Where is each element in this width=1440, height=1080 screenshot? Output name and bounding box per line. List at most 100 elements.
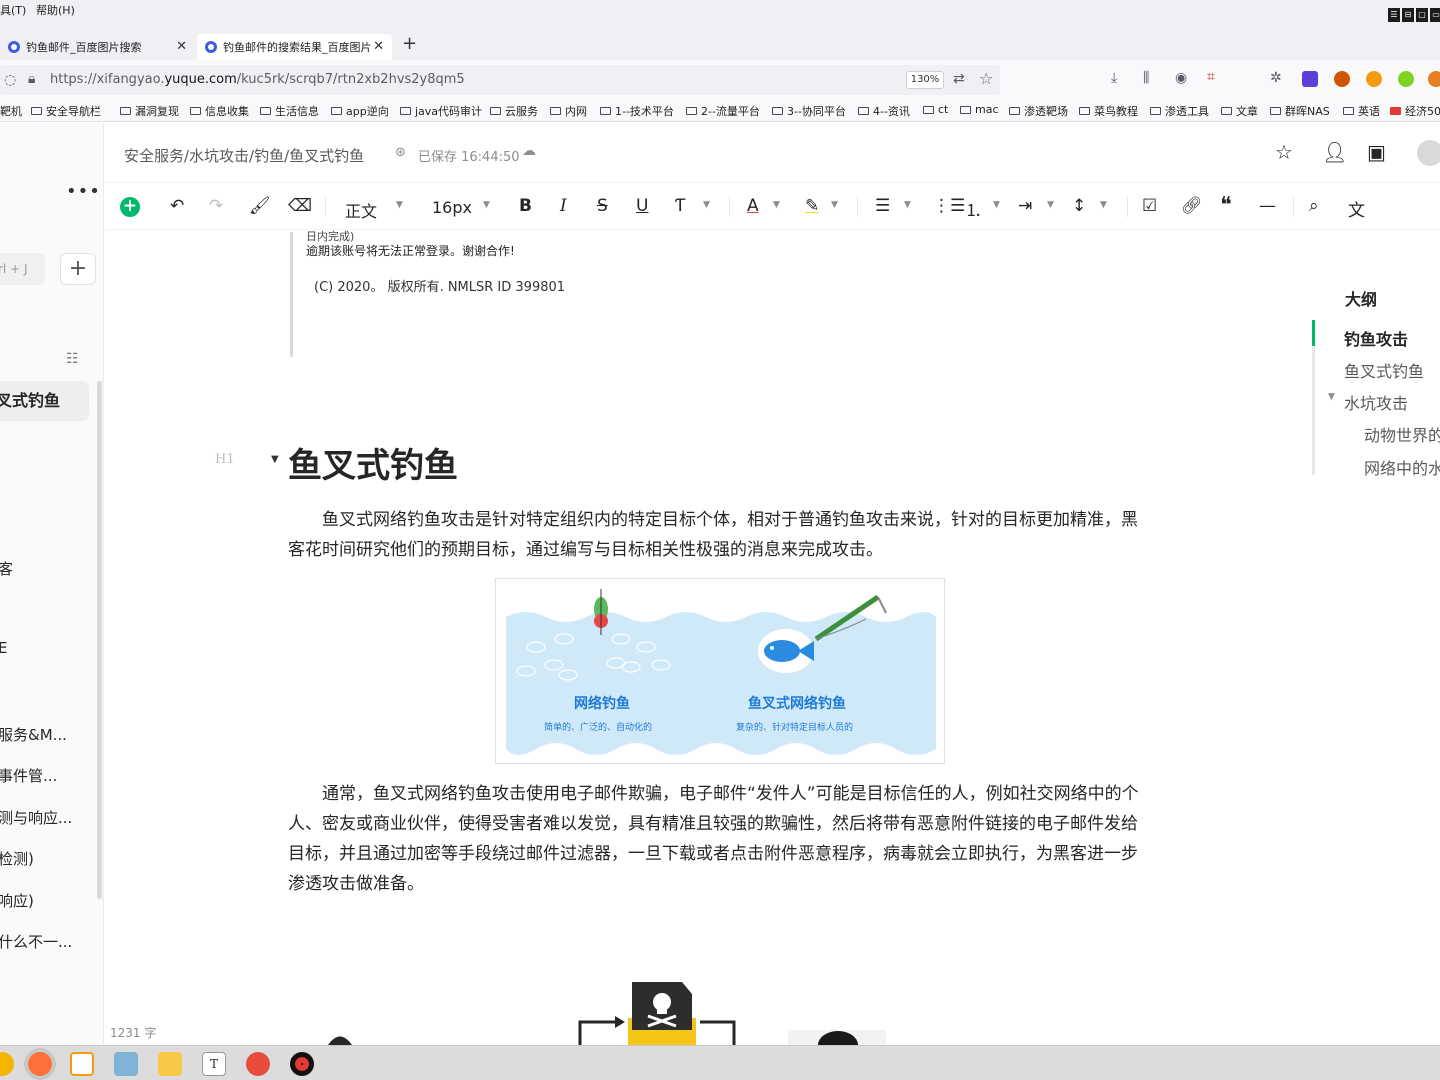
bookmark-item[interactable]: java代码审计: [400, 103, 482, 119]
close-icon[interactable]: ✕: [373, 39, 384, 54]
sidebar-item-active[interactable]: 叉式钓鱼: [0, 381, 89, 421]
bookmark-item[interactable]: 1--技术平台: [600, 103, 674, 119]
extension-icon[interactable]: [1302, 71, 1318, 87]
present-icon[interactable]: ▣: [1367, 140, 1386, 164]
list-view-icon[interactable]: ☷: [66, 351, 79, 367]
italic-icon[interactable]: I: [560, 196, 567, 216]
bold-icon[interactable]: B: [519, 196, 532, 216]
browser-app-icon[interactable]: [246, 1052, 270, 1076]
chevron-down-icon[interactable]: ▼: [831, 200, 838, 210]
puzzle-icon[interactable]: ✲: [1270, 70, 1282, 86]
url-text[interactable]: https://xifangyao.yuque.com/kuc5rk/scrqb…: [50, 72, 465, 87]
chevron-down-icon[interactable]: ▼: [703, 200, 710, 210]
maximize-icon[interactable]: ▢: [1416, 8, 1428, 22]
add-collaborator-icon[interactable]: 👤︎: [1322, 140, 1347, 164]
undo-icon[interactable]: ↶: [170, 196, 184, 216]
bookmark-item[interactable]: 生活信息: [260, 103, 319, 119]
font-color-icon[interactable]: A: [747, 196, 759, 216]
bookmark-star-icon[interactable]: ☆: [979, 69, 993, 88]
redo-icon[interactable]: ↷: [209, 196, 223, 216]
close-icon[interactable]: ✕: [176, 39, 187, 54]
bookmark-item[interactable]: 内网: [550, 103, 587, 119]
chrome-icon[interactable]: [0, 1052, 14, 1076]
bookmark-item[interactable]: 文章: [1221, 103, 1258, 119]
chevron-down-icon[interactable]: ▼: [1100, 200, 1107, 210]
browser-tab-active[interactable]: 钓鱼邮件的搜索结果_百度图片 ✕: [197, 34, 392, 60]
sidebar-item[interactable]: 检测): [0, 848, 34, 869]
bookmark-item[interactable]: 群晖NAS: [1270, 103, 1330, 119]
clear-format-icon[interactable]: ⌫: [288, 196, 312, 216]
font-size-select[interactable]: 16px: [432, 198, 472, 217]
avatar[interactable]: [1417, 140, 1440, 166]
bookmark-item[interactable]: 经济50: [1390, 103, 1440, 119]
search-input[interactable]: rl + J: [0, 253, 45, 285]
sidebar-item[interactable]: 响应): [0, 890, 34, 911]
chat-app-icon[interactable]: [114, 1052, 138, 1076]
bookmark-item[interactable]: app逆向: [331, 103, 389, 119]
sidebar-item[interactable]: 客: [0, 558, 13, 579]
format-painter-icon[interactable]: 🖌︎: [249, 196, 271, 216]
line-height-icon[interactable]: ↕: [1072, 196, 1086, 216]
strikethrough-icon[interactable]: S: [597, 196, 608, 216]
bookmark-item[interactable]: 3--协同平台: [772, 103, 846, 119]
bookmark-item[interactable]: ct: [923, 103, 948, 116]
collapse-caret-icon[interactable]: ▼: [271, 454, 279, 465]
paragraph[interactable]: 通常，鱼叉式网络钓鱼攻击使用电子邮件欺骗，电子邮件“发件人”可能是目标信任的人，…: [288, 779, 1154, 899]
firefox-icon[interactable]: [28, 1052, 52, 1076]
link-icon[interactable]: 🔗︎: [1181, 196, 1203, 216]
text-style-icon[interactable]: Ƭ: [675, 196, 685, 216]
bookmark-item[interactable]: 2--流量平台: [686, 103, 760, 119]
crop-icon[interactable]: ⌗: [1207, 69, 1215, 85]
spear-phishing-figure[interactable]: 网络钓鱼 简单的、广泛的、自动化的 鱼叉式网络钓鱼 复杂的、针对特定目标人员的: [495, 578, 945, 764]
sidebar-item[interactable]: 什么不一...: [0, 931, 72, 952]
bookmark-item[interactable]: 安全导航栏: [31, 103, 101, 119]
divider-line-icon[interactable]: —: [1259, 196, 1276, 216]
find-replace-icon[interactable]: ⌕: [1309, 196, 1319, 216]
task-list-icon[interactable]: ☑: [1142, 196, 1157, 216]
add-doc-button[interactable]: +: [60, 253, 96, 285]
outline-item[interactable]: 网络中的水: [1364, 455, 1440, 479]
chevron-down-icon[interactable]: ▼: [1047, 200, 1054, 210]
translate-icon[interactable]: ⇄: [953, 71, 965, 87]
sidebar-item[interactable]: 事件管...: [0, 765, 57, 786]
browser-tab[interactable]: 钓鱼邮件_百度图片搜索 ✕: [0, 34, 195, 60]
ordered-list-icon[interactable]: ⒈: [965, 196, 982, 221]
snap-icon[interactable]: ▭: [1430, 8, 1440, 22]
minimize-icon[interactable]: ☰: [1388, 8, 1400, 22]
search-app-icon[interactable]: [70, 1052, 94, 1076]
bullet-list-icon[interactable]: ⋮☰: [933, 196, 965, 216]
insert-button[interactable]: +: [120, 197, 140, 217]
restore-icon[interactable]: ⊟: [1402, 8, 1414, 22]
outline-item[interactable]: 鱼叉式钓鱼: [1344, 358, 1424, 382]
paragraph[interactable]: 鱼叉式网络钓鱼攻击是针对特定组织内的特定目标个体，相对于普通钓鱼攻击来说，针对的…: [288, 505, 1154, 565]
menu-tools[interactable]: 具(T): [0, 2, 26, 18]
extension-icon[interactable]: [1366, 71, 1382, 87]
menu-help[interactable]: 帮助(H): [36, 2, 75, 18]
shield-icon[interactable]: ◌: [4, 72, 16, 88]
paragraph-style-select[interactable]: 正文: [345, 198, 377, 222]
align-icon[interactable]: ☰: [875, 196, 890, 216]
chevron-down-icon[interactable]: ▼: [993, 200, 1000, 210]
extension-icon[interactable]: [1428, 71, 1440, 87]
bookmark-item[interactable]: 云服务: [490, 103, 538, 119]
bookmark-item[interactable]: 漏洞复现: [120, 103, 179, 119]
outline-item[interactable]: 动物世界的: [1364, 422, 1440, 446]
heading-1[interactable]: 鱼叉式钓鱼: [288, 438, 458, 487]
chevron-down-icon[interactable]: ▼: [773, 200, 780, 210]
bookmark-item[interactable]: 菜鸟教程: [1079, 103, 1138, 119]
translate-icon[interactable]: 文: [1348, 196, 1365, 221]
bookmark-item[interactable]: 英语: [1343, 103, 1380, 119]
file-explorer-icon[interactable]: [158, 1052, 182, 1076]
new-tab-icon[interactable]: +: [402, 33, 417, 54]
chevron-down-icon[interactable]: ▼: [396, 200, 403, 210]
chevron-down-icon[interactable]: ▼: [483, 200, 490, 210]
extension-icon[interactable]: [1334, 71, 1350, 87]
sidebar-item[interactable]: E: [0, 639, 7, 657]
underline-icon[interactable]: U: [636, 196, 648, 216]
typora-icon[interactable]: T: [202, 1052, 226, 1076]
star-icon[interactable]: ☆: [1275, 140, 1293, 164]
highlight-icon[interactable]: ✎: [805, 196, 819, 216]
sidebar-scrollbar[interactable]: [97, 381, 102, 899]
extension-icon[interactable]: [1398, 71, 1414, 87]
record-icon[interactable]: [290, 1052, 314, 1076]
